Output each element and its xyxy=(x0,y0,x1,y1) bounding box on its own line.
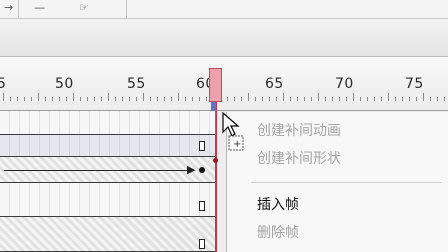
menu-item-create-shape-tween[interactable]: 创建补间形状 xyxy=(257,150,341,168)
ruler-tick xyxy=(304,97,305,101)
menu-item-create-motion-tween[interactable]: 创建补间动画 xyxy=(257,122,341,140)
playhead-marker[interactable] xyxy=(209,68,222,102)
ruler-tick xyxy=(73,93,74,101)
line-tool-icon[interactable]: — xyxy=(34,1,45,15)
ruler-tick xyxy=(164,97,165,101)
keyframe-empty[interactable] xyxy=(199,141,205,151)
ruler-tick xyxy=(374,97,375,101)
ruler-tick xyxy=(276,97,277,101)
ruler-tick xyxy=(31,97,32,101)
ruler-tick xyxy=(367,97,368,101)
ruler-tick xyxy=(423,93,424,101)
keyframe-filled[interactable] xyxy=(199,167,205,173)
ruler-tick xyxy=(38,93,39,101)
menu-separator xyxy=(251,182,441,183)
arrow-head-icon: ▶ xyxy=(187,163,196,176)
ruler-tick xyxy=(10,97,11,101)
ruler-tick xyxy=(430,97,431,101)
layer-row[interactable] xyxy=(0,183,215,217)
ruler-tick xyxy=(416,97,417,101)
ruler-tick xyxy=(150,97,151,101)
svg-text:+: + xyxy=(233,139,241,150)
ruler-tick xyxy=(199,97,200,101)
ruler-tick xyxy=(136,97,137,101)
ruler-label: 65 xyxy=(265,76,284,92)
layer-row[interactable] xyxy=(0,217,215,252)
playhead-dot xyxy=(213,158,218,163)
ruler-tick xyxy=(255,97,256,101)
top-toolbar: → — ☞ xyxy=(0,0,448,19)
ruler-tick xyxy=(381,97,382,101)
ruler-tick xyxy=(248,93,249,101)
ruler-tick xyxy=(388,93,389,101)
ruler-tick xyxy=(395,97,396,101)
mouse-cursor-icon: + xyxy=(222,112,244,151)
ruler-tick xyxy=(178,93,179,101)
ruler-tick xyxy=(80,97,81,101)
ruler-tick xyxy=(206,97,207,101)
ruler-label: 55 xyxy=(127,76,146,92)
ruler-tick xyxy=(360,97,361,101)
ruler-label: 70 xyxy=(335,76,354,92)
ruler-tick xyxy=(297,97,298,101)
menu-item-delete-frame[interactable]: 删除帧 xyxy=(257,224,299,242)
arrow-tool-icon[interactable]: → xyxy=(4,1,13,15)
ruler-tick xyxy=(234,97,235,101)
ruler-tick xyxy=(444,97,445,101)
ruler-tick xyxy=(59,97,60,101)
ruler-tick xyxy=(108,93,109,101)
ruler-tick xyxy=(262,97,263,101)
context-menu: 创建补间动画 创建补间形状 插入帧 删除帧 xyxy=(226,112,448,252)
ruler-tick xyxy=(241,97,242,101)
ruler-tick xyxy=(318,93,319,101)
frame-ruler[interactable]: 5 50 55 60 65 70 75 xyxy=(0,57,448,111)
layer-row[interactable]: ▶ xyxy=(0,157,215,183)
timeline-frames[interactable]: ▶ xyxy=(0,111,215,252)
layer-row[interactable] xyxy=(0,111,215,135)
ruler-label: 5 xyxy=(0,76,7,92)
ruler-tick xyxy=(290,97,291,101)
ruler-tick xyxy=(283,93,284,101)
ruler-tick xyxy=(52,97,53,101)
ruler-tick xyxy=(17,97,18,101)
ruler-tick xyxy=(157,97,158,101)
ruler-tick xyxy=(332,97,333,101)
ruler-tick xyxy=(192,97,193,101)
ruler-tick xyxy=(311,97,312,101)
ruler-tick xyxy=(122,97,123,101)
ruler-tick xyxy=(171,97,172,101)
ruler-tick xyxy=(94,97,95,101)
ruler-tick xyxy=(87,97,88,101)
panel-header xyxy=(0,19,448,57)
ruler-tick xyxy=(3,93,4,101)
hand-tool-icon[interactable]: ☞ xyxy=(79,1,89,15)
menu-item-insert-frame[interactable]: 插入帧 xyxy=(257,196,299,214)
motion-tween-arrow xyxy=(4,170,191,171)
ruler-tick xyxy=(269,97,270,101)
ruler-tick xyxy=(115,97,116,101)
ruler-tick xyxy=(185,97,186,101)
layer-row[interactable] xyxy=(0,135,215,157)
ruler-tick xyxy=(66,97,67,101)
ruler-tick xyxy=(346,97,347,101)
ruler-tick xyxy=(325,97,326,101)
ruler-label: 50 xyxy=(55,76,74,92)
ruler-tick xyxy=(339,97,340,101)
ruler-label: 75 xyxy=(405,76,424,92)
ruler-tick xyxy=(24,97,25,101)
ruler-tick xyxy=(409,97,410,101)
ruler-tick xyxy=(45,97,46,101)
ruler-tick xyxy=(227,97,228,101)
ruler-tick xyxy=(402,97,403,101)
ruler-tick xyxy=(143,93,144,101)
toolbar-segment xyxy=(98,0,127,18)
keyframe-empty[interactable] xyxy=(199,201,205,211)
ruler-tick xyxy=(129,97,130,101)
ruler-tick xyxy=(353,93,354,101)
keyframe-empty[interactable] xyxy=(199,239,205,249)
ruler-tick xyxy=(101,97,102,101)
ruler-tick xyxy=(437,97,438,101)
